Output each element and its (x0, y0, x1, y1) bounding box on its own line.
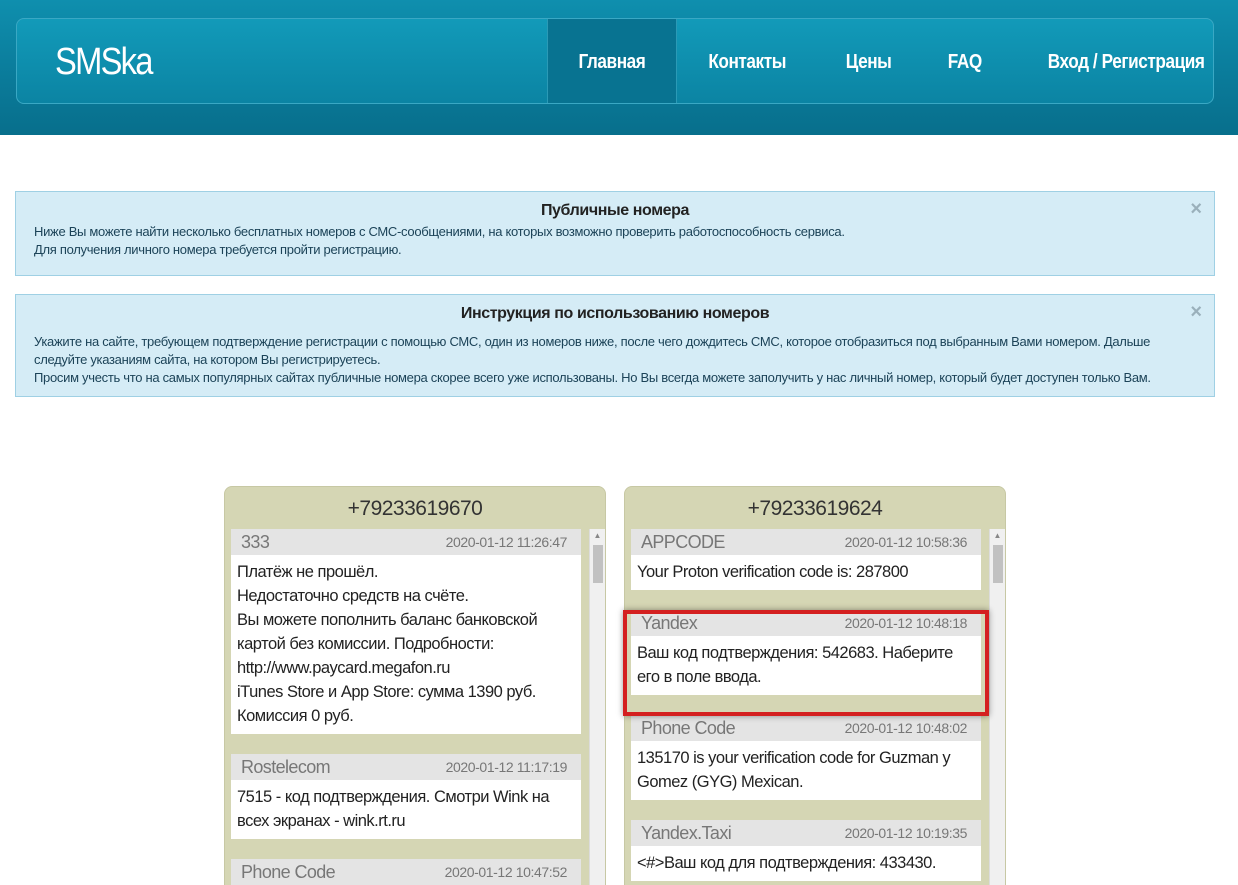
message-time: 2020-01-12 11:26:47 (445, 534, 568, 550)
phone-number[interactable]: +79233619624 (625, 487, 1005, 527)
message-item: Yandex.Taxi 2020-01-12 10:19:35 <#>Ваш к… (631, 820, 981, 881)
message-sender: Rostelecom (241, 757, 331, 777)
message-item: 333 2020-01-12 11:26:47 Платёж не прошёл… (231, 529, 581, 734)
message-text: Your Proton verification code is: 287800 (637, 563, 909, 581)
message-item: Phone Code 2020-01-12 10:47:52 (231, 859, 581, 885)
message-sender: Phone Code (241, 862, 336, 882)
message-header: 333 2020-01-12 11:26:47 (231, 529, 581, 555)
main-nav: Главная Контакты Цены FAQ Вход / Регистр… (547, 19, 1238, 103)
message-header: Yandex 2020-01-12 10:48:18 (631, 610, 981, 636)
public-numbers-alert: × Публичные номера Ниже Вы можете найти … (15, 191, 1215, 276)
message-text: 7515 - код подтверждения. Смотри Wink на… (237, 788, 550, 830)
close-icon[interactable]: × (1190, 301, 1202, 324)
phone-panel: +79233619624 APPCODE 2020-01-12 10:58:36… (624, 486, 1006, 885)
nav-login-label: Вход / Регистрация (1047, 51, 1205, 73)
message-item: APPCODE 2020-01-12 10:58:36 Your Proton … (631, 529, 981, 590)
alert-text: Ниже Вы можете найти несколько бесплатны… (16, 223, 1214, 259)
alert-text: Укажите на сайте, требующем подтверждени… (16, 333, 1214, 387)
message-text: Платёж не прошёл. Недостаточно средств н… (237, 563, 538, 725)
message-sender: 333 (241, 532, 270, 552)
message-sender: Yandex (641, 613, 698, 633)
message-text: <#>Ваш код для подтверждения: 433430. (637, 854, 936, 872)
scroll-thumb[interactable] (593, 545, 603, 583)
message-list: 333 2020-01-12 11:26:47 Платёж не прошёл… (231, 529, 587, 885)
nav-home[interactable]: Главная (547, 19, 677, 103)
message-item: Rostelecom 2020-01-12 11:17:19 7515 - ко… (231, 754, 581, 839)
message-time: 2020-01-12 10:19:35 (844, 825, 968, 841)
alert-line: Ниже Вы можете найти несколько бесплатны… (34, 224, 845, 239)
message-time: 2020-01-12 10:48:02 (844, 720, 968, 736)
nav-prices[interactable]: Цены (817, 19, 920, 103)
close-icon[interactable]: × (1190, 198, 1202, 221)
message-sender: Yandex.Taxi (641, 823, 732, 843)
site-logo[interactable]: SMSka (55, 41, 153, 84)
message-text: Ваш код подтверждения: 542683. Наберите … (637, 644, 953, 686)
nav-login-register[interactable]: Вход / Регистрация (1010, 19, 1238, 103)
nav-faq[interactable]: FAQ (920, 19, 1010, 103)
instructions-alert: × Инструкция по использованию номеров Ук… (15, 294, 1215, 397)
scroll-up-arrow-icon[interactable]: ▲ (990, 529, 1005, 543)
alert-line: Просим учесть что на самых популярных са… (34, 370, 1151, 385)
navbar: SMSka Главная Контакты Цены FAQ Вход / Р… (16, 18, 1214, 104)
nav-contacts[interactable]: Контакты (677, 19, 817, 103)
alert-title: Инструкция по использованию номеров (460, 305, 770, 322)
nav-faq-label: FAQ (948, 51, 983, 73)
message-item: Yandex 2020-01-12 10:48:18 Ваш код подтв… (631, 610, 981, 695)
nav-prices-label: Цены (845, 51, 892, 73)
nav-home-label: Главная (578, 51, 646, 73)
message-time: 2020-01-12 11:17:19 (445, 759, 568, 775)
message-sender: Phone Code (641, 718, 736, 738)
alert-title: Публичные номера (540, 202, 690, 219)
nav-contacts-label: Контакты (708, 51, 786, 73)
message-list: APPCODE 2020-01-12 10:58:36 Your Proton … (631, 529, 987, 885)
site-header: SMSka Главная Контакты Цены FAQ Вход / Р… (0, 0, 1238, 135)
scroll-thumb[interactable] (993, 545, 1003, 583)
alert-line: Для получения личного номера требуется п… (34, 242, 402, 257)
message-time: 2020-01-12 10:47:52 (444, 864, 568, 880)
message-time: 2020-01-12 10:48:18 (844, 615, 968, 631)
message-header: APPCODE 2020-01-12 10:58:36 (631, 529, 981, 555)
message-item: Phone Code 2020-01-12 10:48:02 135170 is… (631, 715, 981, 800)
message-text: 135170 is your verification code for Guz… (637, 749, 951, 791)
message-header: Phone Code 2020-01-12 10:48:02 (631, 715, 981, 741)
message-header: Rostelecom 2020-01-12 11:17:19 (231, 754, 581, 780)
phone-number[interactable]: +79233619670 (225, 487, 605, 527)
alert-line: Укажите на сайте, требующем подтверждени… (34, 334, 1151, 367)
message-header: Yandex.Taxi 2020-01-12 10:19:35 (631, 820, 981, 846)
message-header: Phone Code 2020-01-12 10:47:52 (231, 859, 581, 885)
scroll-up-arrow-icon[interactable]: ▲ (590, 529, 605, 543)
message-time: 2020-01-12 10:58:36 (844, 534, 968, 550)
message-scrollbar[interactable]: ▲ (989, 529, 1005, 885)
message-sender: APPCODE (641, 532, 725, 552)
message-scrollbar[interactable]: ▲ (589, 529, 605, 885)
phone-panel: +79233619670 333 2020-01-12 11:26:47 Пла… (224, 486, 606, 885)
